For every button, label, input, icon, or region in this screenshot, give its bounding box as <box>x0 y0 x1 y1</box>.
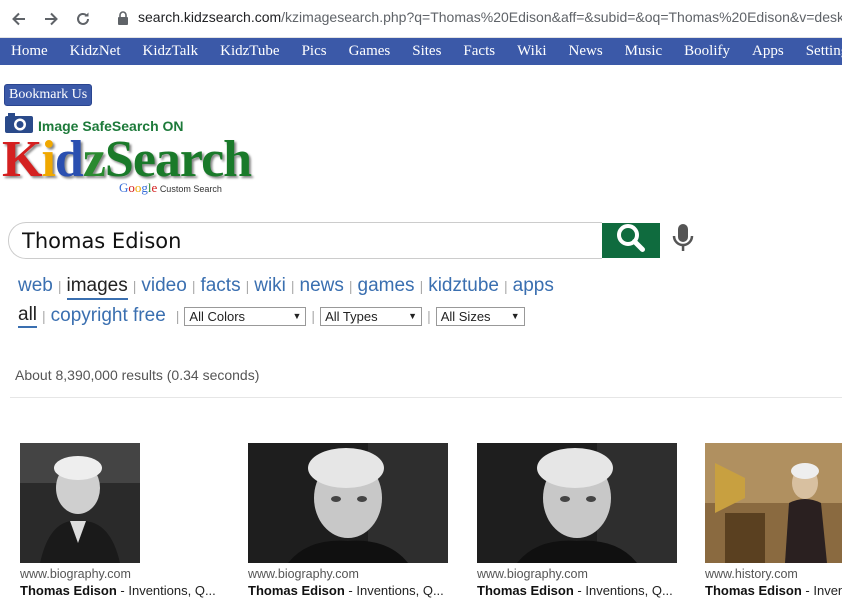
separator: | <box>132 278 137 294</box>
separator: | <box>175 308 180 324</box>
microphone-icon[interactable] <box>671 222 695 259</box>
separator: | <box>57 278 62 294</box>
nav-games[interactable]: Games <box>338 43 402 60</box>
image-title-rest: - Inventions, Q... <box>573 583 673 598</box>
image-title-bold: Thomas Edison <box>20 583 117 598</box>
results-count: About 8,390,000 results (0.34 seconds) <box>15 367 260 383</box>
logo-letter-i: i <box>41 131 55 188</box>
logo-letter-k: K <box>2 131 42 188</box>
tab-news[interactable]: news <box>300 275 344 297</box>
image-source: www.history.com <box>705 567 798 581</box>
tab-facts[interactable]: facts <box>200 275 240 297</box>
image-source: www.biography.com <box>477 567 588 581</box>
image-thumbnail[interactable] <box>20 443 140 563</box>
nav-sites[interactable]: Sites <box>401 43 452 60</box>
image-source: www.biography.com <box>20 567 131 581</box>
separator: | <box>191 278 196 294</box>
image-title-bold: Thomas Edison <box>705 583 802 598</box>
bookmark-us-button[interactable]: Bookmark Us <box>4 84 93 106</box>
nav-music[interactable]: Music <box>614 43 674 60</box>
image-thumbnail[interactable] <box>248 443 448 563</box>
logo-letter-z: z <box>82 131 106 188</box>
filter-copyright-free[interactable]: copyright free <box>51 305 166 327</box>
kidzsearch-logo[interactable]: KidzSearch <box>2 131 252 188</box>
separator: | <box>503 278 508 294</box>
sizes-dropdown-value: All Sizes <box>440 308 491 324</box>
separator: | <box>427 308 431 324</box>
tab-apps[interactable]: apps <box>513 275 554 297</box>
lock-icon <box>117 11 129 30</box>
separator: | <box>245 278 250 294</box>
reload-icon[interactable] <box>72 8 94 30</box>
separator: | <box>42 308 46 324</box>
image-title[interactable]: Thomas Edison - Inventions, Q... <box>20 583 218 598</box>
nav-news[interactable]: News <box>558 43 614 60</box>
colors-dropdown[interactable]: All Colors ▼ <box>184 306 307 326</box>
image-result[interactable]: www.biography.com Thomas Edison - Invent… <box>248 443 448 598</box>
image-source: www.biography.com <box>248 567 359 581</box>
sizes-dropdown[interactable]: All Sizes ▼ <box>435 306 525 326</box>
nav-wiki[interactable]: Wiki <box>506 43 557 60</box>
image-title-rest: - Inventions, Q... <box>344 583 444 598</box>
colors-dropdown-value: All Colors <box>189 308 246 324</box>
types-dropdown[interactable]: All Types ▼ <box>320 306 423 326</box>
dropdown-arrow-icon: ▼ <box>510 311 520 321</box>
back-arrow-icon[interactable] <box>8 8 30 30</box>
nav-pics[interactable]: Pics <box>291 43 338 60</box>
image-thumbnail[interactable] <box>477 443 677 563</box>
image-title-rest: - Inventions, Q... <box>116 583 216 598</box>
image-title[interactable]: Thomas Edison - Inventions, Q... <box>248 583 448 598</box>
google-custom-search-label: Google Custom Search <box>119 180 222 196</box>
nav-facts[interactable]: Facts <box>452 43 506 60</box>
logo-letter-d: d <box>54 131 84 188</box>
image-title[interactable]: Thomas Edison - Inven <box>705 583 842 598</box>
nav-apps[interactable]: Apps <box>741 43 795 60</box>
divider <box>10 397 842 398</box>
nav-boolify[interactable]: Boolify <box>673 43 741 60</box>
tab-images[interactable]: images <box>66 275 128 300</box>
magnifier-icon <box>614 223 648 258</box>
search-button[interactable] <box>602 223 660 258</box>
dropdown-arrow-icon: ▼ <box>292 311 302 321</box>
image-title-rest: - Inven <box>801 583 842 598</box>
image-title[interactable]: Thomas Edison - Inventions, Q... <box>477 583 677 598</box>
tab-web[interactable]: web <box>18 275 53 297</box>
filter-row: all | copyright free | All Colors ▼ | All… <box>18 304 525 328</box>
tab-video[interactable]: video <box>141 275 186 297</box>
forward-arrow-icon[interactable] <box>40 8 62 30</box>
separator: | <box>419 278 424 294</box>
google-wordmark: Google <box>119 180 158 195</box>
separator: | <box>290 278 295 294</box>
custom-search-text: Custom Search <box>159 184 222 194</box>
search-type-tabs: web | images | video | facts | wiki | news | games | k… <box>18 275 554 300</box>
image-result[interactable]: www.biography.com Thomas Edison - Invent… <box>477 443 677 598</box>
separator: | <box>311 308 316 324</box>
browser-toolbar: search.kidzsearch.com/kzimagesearch.php?… <box>0 0 842 38</box>
search-box <box>8 222 602 259</box>
nav-kidztube[interactable]: KidzTube <box>209 43 290 60</box>
url-path: /kzimagesearch.php?q=Thomas%20Edison&aff… <box>281 9 842 25</box>
image-thumbnail[interactable] <box>705 443 842 563</box>
nav-settings[interactable]: Settings <box>795 43 842 60</box>
dropdown-arrow-icon: ▼ <box>408 311 418 321</box>
url-domain: search.kidzsearch.com <box>138 9 282 25</box>
address-bar[interactable]: search.kidzsearch.com/kzimagesearch.php?… <box>138 9 842 25</box>
tab-games[interactable]: games <box>358 275 415 297</box>
image-title-bold: Thomas Edison <box>248 583 345 598</box>
image-title-bold: Thomas Edison <box>477 583 574 598</box>
image-result[interactable]: www.history.com Thomas Edison - Inven <box>705 443 842 598</box>
tab-wiki[interactable]: wiki <box>254 275 286 297</box>
filter-all[interactable]: all <box>18 304 38 328</box>
separator: | <box>348 278 353 294</box>
nav-kidznet[interactable]: KidzNet <box>59 43 132 60</box>
search-input[interactable] <box>9 223 602 258</box>
top-navigation: Home KidzNet KidzTalk KidzTube Pics Games Site… <box>0 38 842 65</box>
image-result[interactable]: www.biography.com Thomas Edison - Invent… <box>20 443 218 598</box>
nav-home[interactable]: Home <box>0 43 59 60</box>
types-dropdown-value: All Types <box>325 308 378 324</box>
nav-kidztalk[interactable]: KidzTalk <box>132 43 210 60</box>
tab-kidztube[interactable]: kidztube <box>428 275 499 297</box>
